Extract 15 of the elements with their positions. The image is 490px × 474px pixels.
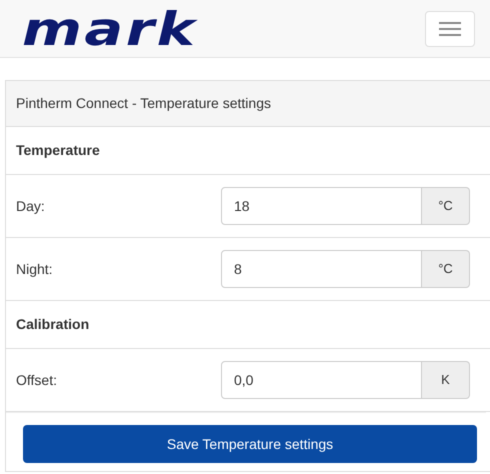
- unit-label: °C: [422, 250, 470, 288]
- field-label: Offset:: [16, 370, 58, 390]
- save-button[interactable]: Save Temperature settings: [23, 425, 477, 463]
- input-field[interactable]: 18: [221, 187, 422, 225]
- panel-title: Pintherm Connect - Temperature settings: [6, 81, 490, 127]
- input-field[interactable]: 0,0: [221, 361, 422, 399]
- field-label: Night:: [16, 260, 54, 279]
- unit-label: K: [422, 361, 470, 399]
- unit-label: °C: [422, 187, 470, 225]
- section-heading: Temperature: [16, 141, 100, 160]
- menu-icon: [439, 22, 461, 36]
- input-field[interactable]: 8: [221, 250, 422, 288]
- field-label: Day:: [16, 196, 46, 216]
- section-heading: Calibration: [16, 315, 90, 334]
- menu-button[interactable]: [425, 10, 475, 46]
